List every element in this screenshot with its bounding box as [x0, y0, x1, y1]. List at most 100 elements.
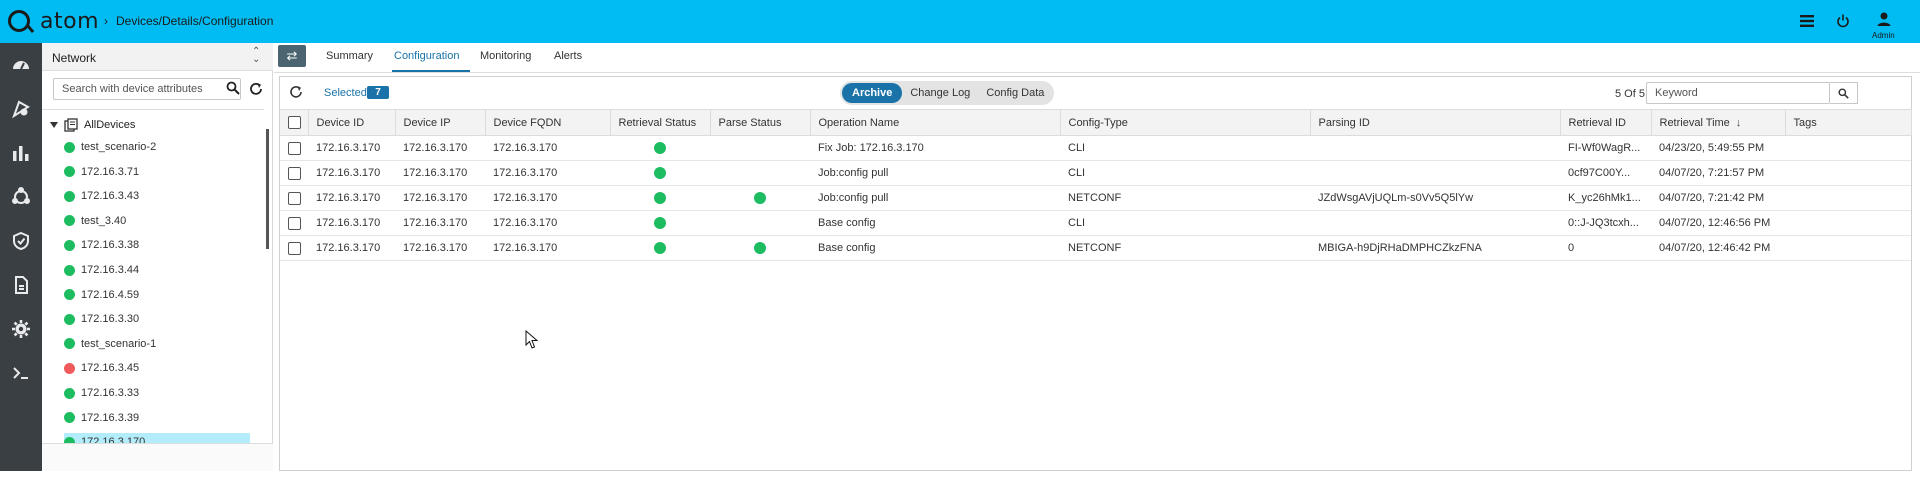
row-checkbox[interactable]	[288, 241, 301, 255]
status-ok-dot	[754, 242, 766, 255]
col-device-id[interactable]: Device ID	[308, 109, 396, 136]
cell-config-type: CLI	[1060, 160, 1310, 186]
device-status-dot	[64, 338, 75, 350]
power-icon[interactable]	[1834, 12, 1852, 30]
status-ok-dot	[654, 217, 666, 230]
cell-config-type: CLI	[1060, 210, 1310, 236]
cell-device-fqdn: 172.16.3.170	[485, 160, 610, 186]
table-row[interactable]: 172.16.3.170 172.16.3.170 172.16.3.170 Job:…	[280, 160, 1911, 186]
table-row[interactable]: 172.16.3.170 172.16.3.170 172.16.3.170 Base…	[280, 210, 1911, 236]
tree-item-device[interactable]: 172.16.3.45	[64, 359, 250, 377]
refresh-icon[interactable]	[248, 81, 264, 97]
sort-desc-icon[interactable]: ↓	[1736, 117, 1742, 129]
select-all-cell[interactable]	[280, 109, 309, 136]
tree-item-device[interactable]: 172.16.4.59	[64, 286, 250, 304]
tree-item-device[interactable]: 172.16.3.43	[64, 187, 250, 205]
device-search-input[interactable]	[53, 78, 241, 100]
col-parsing-id[interactable]: Parsing ID	[1310, 109, 1561, 136]
tree-item-device[interactable]: test_scenario-1	[64, 335, 250, 353]
tab-monitoring[interactable]: Monitoring	[480, 50, 531, 62]
cell-retrieval-id: FI-Wf0WagR...	[1560, 135, 1651, 161]
device-status-dot	[64, 387, 75, 399]
security-icon[interactable]	[0, 219, 42, 263]
keyword-search-input[interactable]	[1646, 82, 1830, 104]
cell-parsing-id	[1310, 160, 1560, 186]
cell-tags	[1785, 235, 1911, 261]
cell-device-fqdn: 172.16.3.170	[485, 235, 610, 261]
swap-panel-button[interactable]: ⇄	[278, 45, 306, 67]
configuration-panel: Selected 7 Archive Change Log Config Dat…	[279, 76, 1912, 471]
col-retrieval-time[interactable]: Retrieval Time ↓	[1651, 109, 1786, 136]
terminal-icon[interactable]	[0, 351, 42, 395]
change-log-view-button[interactable]: Change Log	[902, 83, 978, 103]
navigator-scrollbar[interactable]	[264, 109, 270, 269]
breadcrumb: › Devices/Details/Configuration	[104, 14, 273, 28]
atom-logo[interactable]: atom	[8, 8, 99, 34]
cell-retrieval-id: 0::J-JQ3tcxh...	[1560, 210, 1651, 236]
config-data-view-button[interactable]: Config Data	[978, 83, 1052, 103]
document-icon[interactable]	[0, 263, 42, 307]
tree-item-device[interactable]: 172.16.3.38	[64, 236, 250, 254]
device-status-dot	[64, 239, 75, 251]
expand-caret-icon[interactable]	[50, 122, 58, 128]
tree-item-device[interactable]: 172.16.3.44	[64, 261, 250, 279]
tree-item-device[interactable]: 172.16.3.71	[64, 163, 250, 181]
row-checkbox[interactable]	[288, 141, 301, 155]
device-status-dot	[64, 313, 75, 325]
col-tags[interactable]: Tags	[1785, 109, 1912, 136]
search-icon[interactable]	[226, 81, 240, 95]
tree-item-device[interactable]: test_3.40	[64, 212, 250, 230]
tree-item-device[interactable]: 172.16.3.39	[64, 409, 250, 427]
list-menu-icon[interactable]	[1798, 12, 1816, 30]
user-avatar-icon[interactable]	[1875, 10, 1893, 28]
tab-summary[interactable]: Summary	[326, 50, 373, 62]
table-row[interactable]: 172.16.3.170 172.16.3.170 172.16.3.170 Fix …	[280, 135, 1911, 161]
scrollbar-thumb[interactable]	[266, 129, 269, 249]
tree-item-device[interactable]: 172.16.3.33	[64, 384, 250, 402]
status-ok-dot	[654, 167, 666, 180]
reports-icon[interactable]	[0, 131, 42, 175]
device-status-dot	[64, 362, 75, 374]
device-status-dot	[64, 412, 75, 424]
col-config-type[interactable]: Config-Type	[1060, 109, 1311, 136]
tree-root-alldevices[interactable]: AllDevices	[50, 118, 135, 132]
col-device-ip[interactable]: Device IP	[395, 109, 486, 136]
tree-item-device[interactable]: 172.16.3.30	[64, 310, 250, 328]
cell-retrieval-status	[610, 210, 710, 236]
left-rail	[0, 43, 42, 471]
network-icon[interactable]	[0, 175, 42, 219]
dashboard-icon[interactable]	[0, 43, 42, 87]
settings-icon[interactable]	[0, 307, 42, 351]
table-row[interactable]: 172.16.3.170 172.16.3.170 172.16.3.170 Base…	[280, 235, 1911, 261]
row-checkbox[interactable]	[288, 216, 301, 230]
device-status-dot	[64, 141, 75, 153]
sort-toggle-icon[interactable]: ⌃ ⌄	[252, 47, 260, 65]
col-operation-name[interactable]: Operation Name	[810, 109, 1061, 136]
main-content: ⇄ Summary Configuration Monitoring Alert…	[274, 43, 1920, 471]
cell-device-ip: 172.16.3.170	[395, 235, 485, 261]
tree-item-device[interactable]: test_scenario-2	[64, 138, 250, 156]
refresh-icon[interactable]	[288, 84, 304, 100]
archive-view-button[interactable]: Archive	[842, 83, 903, 103]
col-retrieval-status[interactable]: Retrieval Status	[610, 109, 711, 136]
row-checkbox[interactable]	[288, 191, 301, 205]
cell-retrieval-time: 04/07/20, 7:21:57 PM	[1651, 160, 1785, 186]
select-all-checkbox[interactable]	[288, 116, 301, 129]
col-device-fqdn[interactable]: Device FQDN	[485, 109, 611, 136]
cell-tags	[1785, 160, 1911, 186]
cell-device-id: 172.16.3.170	[308, 185, 395, 211]
table-row[interactable]: 172.16.3.170 172.16.3.170 172.16.3.170 Job:…	[280, 185, 1911, 211]
mouse-cursor-icon	[525, 330, 539, 349]
cell-parse-status	[710, 160, 810, 186]
cell-device-ip: 172.16.3.170	[395, 160, 485, 186]
tab-alerts[interactable]: Alerts	[554, 50, 582, 62]
cell-device-fqdn: 172.16.3.170	[485, 210, 610, 236]
topology-icon[interactable]	[0, 87, 42, 131]
col-retrieval-id[interactable]: Retrieval ID	[1560, 109, 1652, 136]
keyword-search-button[interactable]	[1830, 82, 1858, 104]
tab-configuration[interactable]: Configuration	[394, 50, 459, 62]
col-parse-status[interactable]: Parse Status	[710, 109, 811, 136]
row-checkbox[interactable]	[288, 166, 301, 180]
tree-item-label: 172.16.3.45	[81, 362, 140, 375]
cell-device-id: 172.16.3.170	[308, 235, 395, 261]
